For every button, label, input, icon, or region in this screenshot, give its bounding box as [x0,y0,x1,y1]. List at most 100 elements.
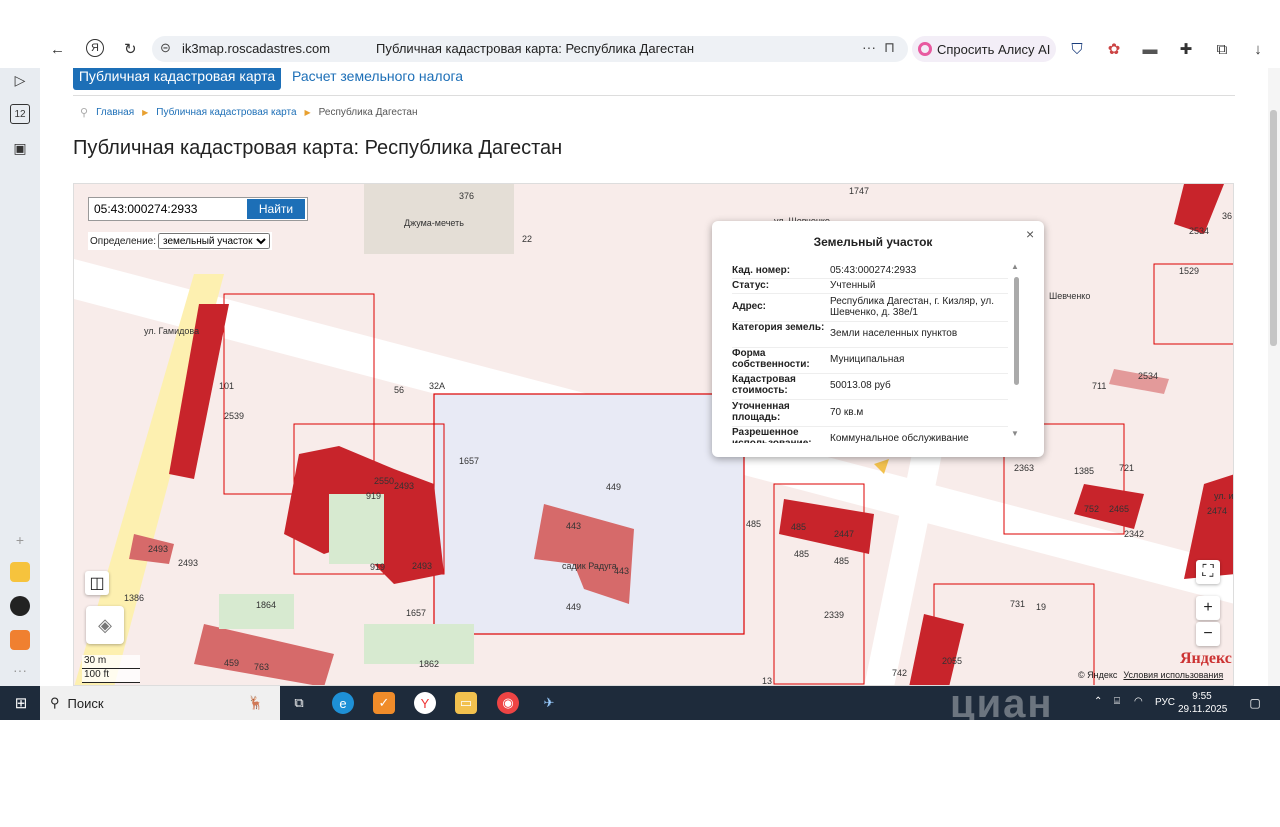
puzzle-icon[interactable]: ✚ [1176,39,1196,59]
scroll-down-icon[interactable]: ▼ [1011,429,1019,438]
extension-icon[interactable]: ⛉ [1067,39,1087,59]
map-label: 485 [834,556,849,566]
row-value: 05:43:000274:2933 [830,265,917,276]
extension-icon[interactable]: ✿ [1104,39,1124,59]
popup-row: Разрешенное использование: Коммунальное о… [732,427,1008,443]
add-icon[interactable]: + [10,530,30,550]
wifi-icon[interactable]: ◠ [1134,696,1143,707]
layers-icon[interactable]: ◈ [86,606,124,644]
map-label: 731 [1010,599,1025,609]
windows-taskbar: ⊞ ⚲ Поиск 🦌 ⧉ e ✓ Y ▭ ◉ ✈ циан ⌃ ⌸ ◠ РУС… [0,682,1280,720]
map-label: 2493 [178,558,198,568]
map-label: 742 [892,668,907,678]
edge-icon[interactable]: e [332,692,354,714]
web-page: Публичная кадастровая карта Расчет земел… [40,68,1268,686]
page-scrollbar[interactable] [1268,68,1280,686]
green-area [329,494,384,564]
separator-icon: ▶ [142,108,149,117]
ruler-icon[interactable]: ◫ [85,571,109,595]
chrome-icon[interactable]: ◉ [497,692,519,714]
definition-select[interactable]: земельный участок [158,233,271,249]
tab-public-map[interactable]: Публичная кадастровая карта [73,68,281,90]
scrollbar-thumb[interactable] [1270,110,1277,346]
reload-icon[interactable]: ↻ [124,39,137,59]
map-label: 2493 [394,481,414,491]
pin-icon: ⚲ [80,107,89,119]
map-label: 485 [746,519,761,529]
breadcrumb-map[interactable]: Публичная кадастровая карта [156,107,296,118]
map-label: 2474 [1207,506,1227,516]
row-value: 70 кв.м [830,407,864,418]
yandex-icon[interactable]: Я [86,39,104,57]
terms-link[interactable]: Условия использования [1123,670,1223,680]
map-label: 1529 [1179,266,1199,276]
definition-label: Определение: [90,235,157,247]
popup-scrollbar[interactable] [1014,277,1019,385]
close-icon[interactable]: × [1026,226,1034,242]
fullscreen-icon[interactable]: ⛶ [1196,560,1220,584]
scroll-up-icon[interactable]: ▲ [1011,262,1019,271]
map-label: 2539 [224,411,244,421]
map-label: 763 [254,662,269,672]
network-icon[interactable]: ⌸ [1114,696,1120,707]
map-label: 485 [791,522,806,532]
address-bar[interactable]: ⊝ ik3map.roscadastres.com Публичная када… [152,36,908,62]
copyright-text: © Яндекс [1078,670,1118,680]
scale-feet: 100 ft [82,669,140,683]
zoom-out-button[interactable]: − [1196,622,1220,646]
yandex-browser-icon[interactable]: Y [414,692,436,714]
app-icon[interactable] [10,596,30,616]
bookmark-icon[interactable]: ⊓ [884,39,895,56]
app-icon[interactable] [10,630,30,650]
map-label: ул. им. Петра I [1214,491,1234,501]
folder-icon[interactable]: ▭ [455,692,477,714]
app-icon[interactable]: ✓ [373,692,395,714]
row-key: Форма собственности: [732,348,810,370]
map-label: ул. Гамидова [144,326,199,336]
map-label: 1864 [256,600,276,610]
download-icon[interactable]: ↓ [1248,39,1268,59]
find-button[interactable]: Найти [247,199,305,219]
windows-start-icon[interactable]: ⊞ [10,692,32,714]
popup-row: Категория земель: Земли населенных пункто… [732,322,1008,348]
map-label: 1747 [849,186,869,196]
cadastral-number-input[interactable] [89,199,243,219]
yandex-logo: Яндекс [1180,650,1232,667]
row-key: Уточненная площадь: [732,401,790,423]
chevron-up-icon[interactable]: ⌃ [1094,696,1102,707]
alice-button[interactable]: Спросить Алису AI [912,36,1056,62]
map-label: 19 [1036,602,1046,612]
map-label: садик Радуга [562,561,617,571]
cadastral-map[interactable]: 376Джума-мечеть221747ул. Шевченко2534361… [73,183,1234,686]
back-icon[interactable]: ← [50,39,65,59]
map-label: Шевченко [1049,291,1090,301]
extension-icon[interactable]: ▬ [1140,39,1160,59]
search-box: Найти [88,197,308,221]
map-label: 32А [429,381,445,391]
parcel-popup: Земельный участок × Кад. номер: 05:43:000… [712,221,1044,457]
tab-land-tax[interactable]: Расчет земельного налога [292,68,463,84]
map-attribution: © Яндекс Условия использования [1078,670,1223,680]
map-canvas[interactable]: 376Джума-мечеть221747ул. Шевченко2534361… [74,184,1234,686]
taskbar-search[interactable]: ⚲ Поиск 🦌 [40,686,280,720]
app-icon[interactable] [10,562,30,582]
screenshot-icon[interactable]: ⧉ [1212,39,1232,59]
more-icon[interactable]: ··· [10,660,30,680]
app-icon[interactable]: ✈ [538,692,560,714]
task-view-icon[interactable]: ⧉ [288,692,310,714]
camera-icon[interactable]: ▣ [10,138,30,158]
map-label: 376 [459,191,474,201]
play-icon[interactable]: ▷ [10,70,30,90]
clock[interactable]: 9:55 29.11.2025 [1178,690,1228,716]
date: 29.11.2025 [1178,704,1228,715]
language-indicator[interactable]: РУС [1155,697,1175,708]
separator-icon: ▶ [304,108,311,117]
map-label: 2465 [1109,504,1129,514]
zoom-in-button[interactable]: + [1196,596,1220,620]
row-key: Кадастровая стоимость: [732,374,796,396]
map-label: 919 [366,491,381,501]
calendar-icon[interactable]: 12 [10,104,30,124]
notification-icon[interactable]: ▢ [1244,692,1266,714]
more-icon[interactable]: ··· [862,39,876,55]
breadcrumb-home[interactable]: Главная [96,107,134,118]
